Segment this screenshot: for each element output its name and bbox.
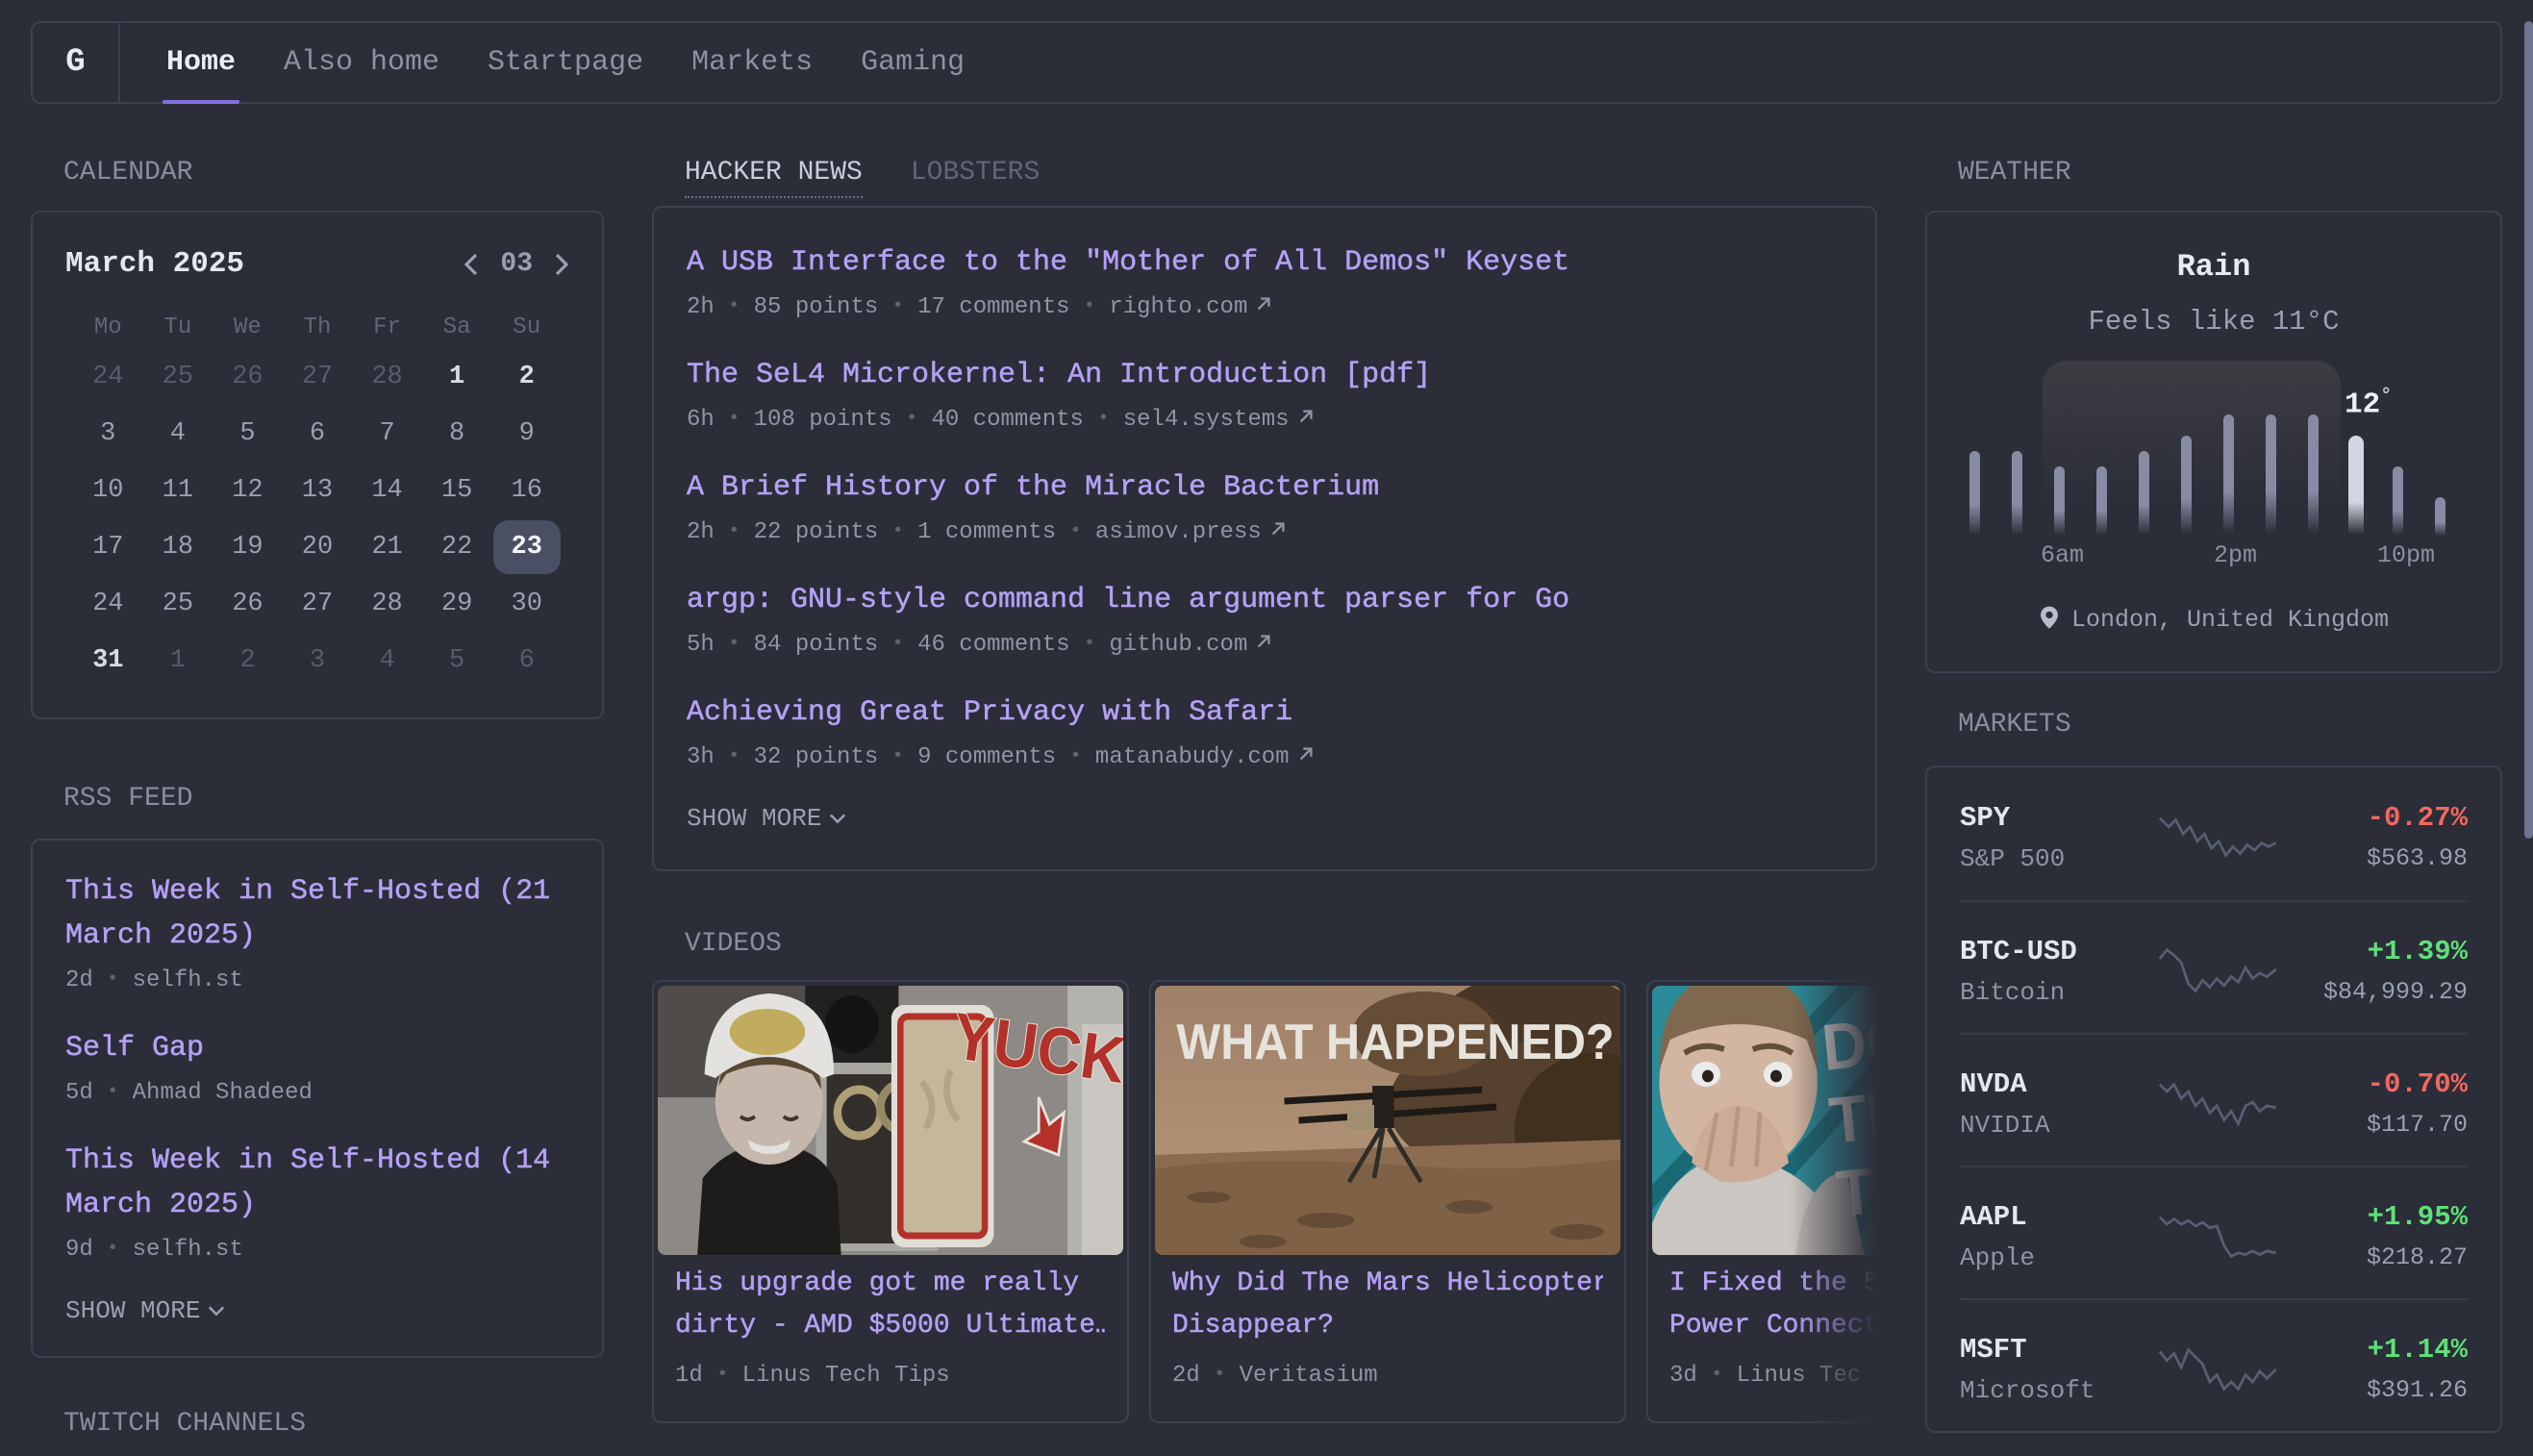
svg-text:DO: DO [1818,1000,1877,1084]
svg-text:T: T [1833,1153,1877,1230]
svg-text:TH: TH [1826,1074,1877,1157]
svg-text:WHAT HAPPENED?: WHAT HAPPENED? [1176,1013,1614,1069]
